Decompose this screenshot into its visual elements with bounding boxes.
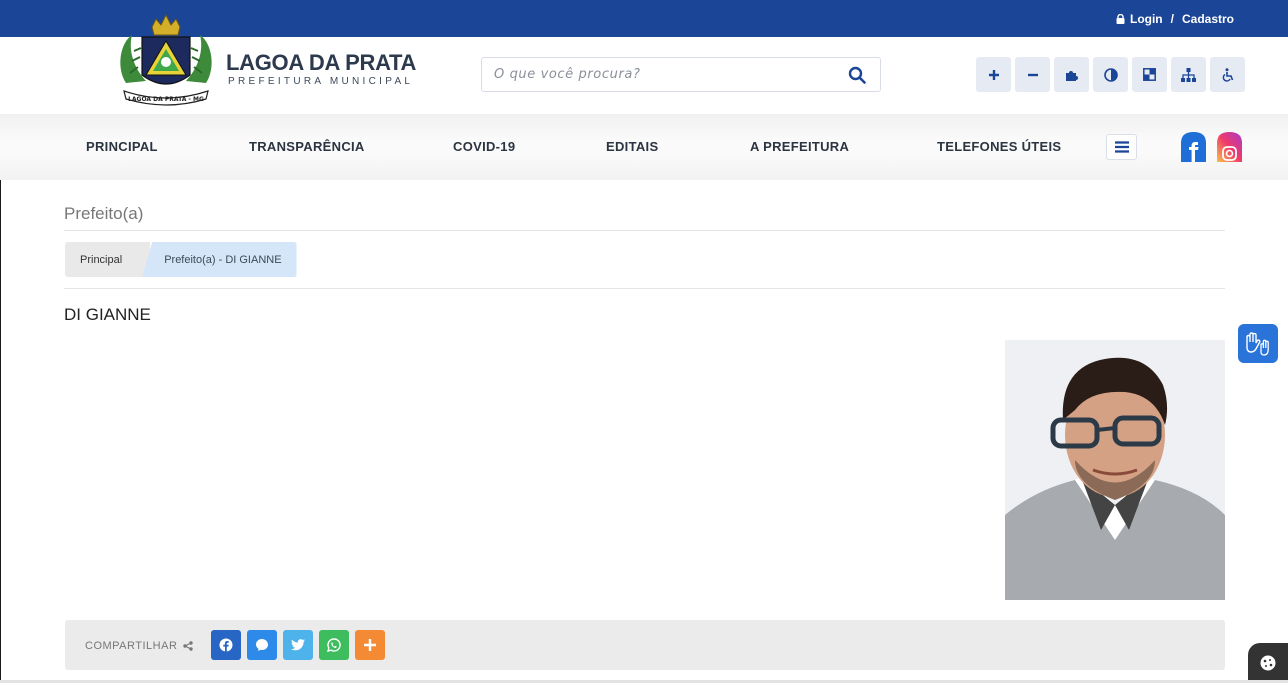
sitemap-button[interactable] xyxy=(1171,57,1206,92)
accessibility-toolbar xyxy=(976,57,1245,92)
emblem-text: LAGOA DA PRATA - MG xyxy=(128,96,204,103)
font-increase-button[interactable] xyxy=(976,57,1011,92)
sign-language-icon xyxy=(1246,331,1269,356)
share-bar: COMPARTILHAR xyxy=(65,620,1225,670)
mayor-name: DI GIANNE xyxy=(64,305,151,324)
puzzle-icon xyxy=(1065,70,1078,81)
menu-button[interactable] xyxy=(1106,134,1137,160)
login-link[interactable]: Login xyxy=(1130,12,1163,26)
plus-icon xyxy=(364,639,376,651)
nav-item-principal[interactable]: PRINCIPAL xyxy=(86,139,158,154)
share-label: COMPARTILHAR xyxy=(85,640,194,652)
high-contrast-icon xyxy=(1143,68,1156,81)
twitter-icon xyxy=(291,639,305,651)
vlibras-button[interactable] xyxy=(1238,324,1278,363)
cookie-icon xyxy=(1260,655,1276,671)
mayor-photo xyxy=(1005,340,1225,600)
plus-icon xyxy=(988,69,999,80)
breadcrumb-divider xyxy=(64,288,1225,289)
share-facebook-button[interactable] xyxy=(211,630,241,660)
wheelchair-icon xyxy=(1222,67,1233,82)
search-input[interactable] xyxy=(494,58,834,91)
facebook-icon[interactable] xyxy=(1178,131,1209,162)
register-link[interactable]: Cadastro xyxy=(1182,12,1234,26)
auth-links: Login / Cadastro xyxy=(1116,12,1234,26)
page-title: Prefeito(a) xyxy=(64,204,144,223)
lock-icon xyxy=(1116,14,1125,24)
font-decrease-button[interactable] xyxy=(1015,57,1050,92)
share-messenger-button[interactable] xyxy=(247,630,277,660)
share-whatsapp-button[interactable] xyxy=(319,630,349,660)
main-nav: PRINCIPAL TRANSPARÊNCIA COVID-19 EDITAIS… xyxy=(0,114,1288,180)
search-box[interactable] xyxy=(481,57,881,92)
accessibility-button[interactable] xyxy=(1210,57,1245,92)
title-divider xyxy=(64,230,1225,231)
nav-item-a-prefeitura[interactable]: A PREFEITURA xyxy=(750,139,849,154)
nav-item-transparencia[interactable]: TRANSPARÊNCIA xyxy=(249,139,365,154)
auth-separator: / xyxy=(1170,12,1174,26)
share-icon xyxy=(183,641,194,651)
high-contrast-button[interactable] xyxy=(1132,57,1167,92)
plugin-button[interactable] xyxy=(1054,57,1089,92)
nav-item-telefones[interactable]: TELEFONES ÚTEIS xyxy=(937,139,1061,154)
brand-subtitle: PREFEITURA MUNICIPAL xyxy=(228,76,414,87)
instagram-icon[interactable] xyxy=(1214,131,1245,162)
coat-of-arms-logo[interactable]: LAGOA DA PRATA - MG xyxy=(114,13,218,109)
contrast-icon xyxy=(1103,67,1118,82)
nav-item-editais[interactable]: EDITAIS xyxy=(606,139,658,154)
sitemap-icon xyxy=(1181,67,1196,82)
cookie-settings-button[interactable] xyxy=(1248,643,1288,683)
share-more-button[interactable] xyxy=(355,630,385,660)
contrast-button[interactable] xyxy=(1093,57,1128,92)
messenger-icon xyxy=(256,639,268,651)
share-buttons xyxy=(211,630,385,660)
breadcrumb-current: Prefeito(a) - DI GIANNE xyxy=(142,242,297,277)
share-twitter-button[interactable] xyxy=(283,630,313,660)
breadcrumb-home[interactable]: Principal xyxy=(65,242,151,277)
nav-item-covid[interactable]: COVID-19 xyxy=(453,139,515,154)
whatsapp-icon xyxy=(327,638,341,652)
minus-icon xyxy=(1027,73,1038,76)
breadcrumb: Principal Prefeito(a) - DI GIANNE xyxy=(65,242,297,277)
facebook-icon xyxy=(219,638,233,652)
search-icon[interactable] xyxy=(848,66,866,84)
brand-title[interactable]: LAGOA DA PRATA xyxy=(226,50,416,76)
hamburger-icon xyxy=(1114,141,1129,153)
share-label-text: COMPARTILHAR xyxy=(85,640,178,652)
